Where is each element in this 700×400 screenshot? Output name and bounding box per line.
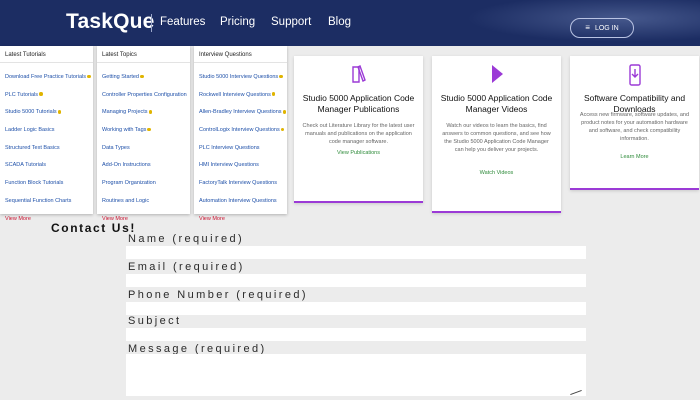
- menu-item[interactable]: HMI Interview Questions: [199, 162, 286, 180]
- menu-item[interactable]: Rockwell Interview Questions: [199, 92, 286, 110]
- badge-dot-icon: [282, 110, 287, 114]
- login-icon: ≡: [585, 23, 590, 32]
- menu-heading: Interview Questions: [199, 52, 252, 58]
- document-pen-icon: [351, 65, 366, 83]
- badge-dot-icon: [147, 127, 151, 132]
- name-field[interactable]: [126, 246, 586, 259]
- badge-dot-icon: [87, 74, 91, 79]
- logo-text-prefix: Task: [66, 10, 114, 33]
- card-title: Studio 5000 Application Code Manager Pub…: [302, 93, 415, 114]
- menu-item[interactable]: Working with Tags: [102, 127, 187, 145]
- download-device-icon: [628, 64, 641, 86]
- card-link[interactable]: View Publications: [294, 150, 423, 156]
- menu-column-topics: Latest Topics Getting Started Controller…: [97, 46, 190, 222]
- badge-dot-icon: [140, 74, 144, 79]
- card-link[interactable]: Learn More: [570, 154, 699, 160]
- resize-grip-icon[interactable]: [570, 389, 582, 396]
- menu-column-interview: Interview Questions Studio 5000 Intervie…: [194, 46, 287, 222]
- top-navbar: TaskQue Features Pricing Support Blog ≡ L…: [0, 0, 700, 46]
- menu-item[interactable]: Add-On Instructions: [102, 162, 187, 180]
- login-label: LOG IN: [594, 25, 619, 32]
- menu-item[interactable]: Ladder Logic Basics: [5, 127, 91, 145]
- menu-column-tutorials: Latest Tutorials Download Free Practice …: [0, 46, 93, 222]
- badge-dot-icon: [279, 74, 283, 79]
- menu-item[interactable]: Routines and Logic: [102, 198, 187, 216]
- menu-item[interactable]: Getting Started: [102, 74, 187, 92]
- menu-heading: Latest Topics: [102, 52, 137, 58]
- menu-item[interactable]: Studio 5000 Interview Questions: [199, 74, 286, 92]
- phone-field[interactable]: [126, 302, 586, 315]
- message-field[interactable]: [126, 354, 586, 396]
- logo-mark: Q: [113, 10, 130, 33]
- nav-blog[interactable]: Blog: [328, 16, 351, 28]
- card-publications[interactable]: Studio 5000 Application Code Manager Pub…: [294, 56, 423, 203]
- play-icon: [491, 65, 503, 83]
- badge-dot-icon: [148, 110, 153, 114]
- menu-item[interactable]: Structured Text Basics: [5, 145, 91, 163]
- menu-item[interactable]: FactoryTalk Interview Questions: [199, 180, 286, 198]
- nav-features[interactable]: Features: [160, 16, 205, 28]
- card-title: Studio 5000 Application Code Manager Vid…: [440, 93, 553, 114]
- nav-divider: [151, 14, 152, 32]
- menu-item[interactable]: Sequential Function Charts: [5, 198, 91, 216]
- badge-dot-icon: [280, 127, 285, 132]
- menu-item[interactable]: Controller Properties Configuration: [102, 92, 187, 110]
- card-link[interactable]: Watch Videos: [432, 170, 561, 176]
- logo[interactable]: TaskQue: [66, 10, 155, 34]
- menu-item[interactable]: Automation Interview Questions: [199, 198, 286, 216]
- menu-item[interactable]: Allen-Bradley Interview Questions: [199, 109, 287, 127]
- card-description: Watch our videos to learn the basics, fi…: [442, 123, 551, 153]
- menu-separator: [0, 62, 93, 63]
- phone-label: Phone Number (required): [128, 289, 308, 301]
- contact-heading: Contact Us!: [51, 221, 136, 235]
- card-description: Check out Literature Library for the lat…: [302, 123, 415, 145]
- badge-dot-icon: [271, 92, 276, 96]
- card-downloads[interactable]: Software Compatibility and Downloads Acc…: [570, 56, 699, 190]
- menu-separator: [97, 62, 190, 63]
- menu-item[interactable]: Managing Projects: [102, 109, 187, 127]
- menu-item[interactable]: PLC Tutorials: [5, 92, 91, 110]
- card-videos[interactable]: Studio 5000 Application Code Manager Vid…: [432, 56, 561, 213]
- menu-item[interactable]: SCADA Tutorials: [5, 162, 91, 180]
- login-button[interactable]: ≡ LOG IN: [570, 18, 634, 38]
- email-field[interactable]: [126, 274, 586, 287]
- email-label: Email (required): [128, 261, 245, 273]
- menu-item[interactable]: Download Free Practice Tutorials: [5, 74, 91, 92]
- menu-view-more-link[interactable]: View More: [199, 216, 286, 234]
- badge-dot-icon: [39, 92, 43, 96]
- menu-item[interactable]: Data Types: [102, 145, 187, 163]
- menu-item[interactable]: PLC Interview Questions: [199, 145, 286, 163]
- subject-field[interactable]: [126, 328, 586, 341]
- menu-item[interactable]: Program Organization: [102, 180, 187, 198]
- menu-item[interactable]: Studio 5000 Tutorials: [5, 109, 91, 127]
- menu-heading: Latest Tutorials: [5, 52, 46, 58]
- nav-support[interactable]: Support: [271, 16, 311, 28]
- badge-dot-icon: [57, 110, 62, 114]
- menu-item[interactable]: ControlLogix Interview Questions: [199, 127, 286, 145]
- menu-item[interactable]: Function Block Tutorials: [5, 180, 91, 198]
- menu-separator: [194, 62, 287, 63]
- nav-pricing[interactable]: Pricing: [220, 16, 255, 28]
- name-label: Name (required): [128, 233, 245, 245]
- subject-label: Subject: [128, 315, 182, 327]
- card-description: Access new firmware, software updates, a…: [579, 112, 690, 142]
